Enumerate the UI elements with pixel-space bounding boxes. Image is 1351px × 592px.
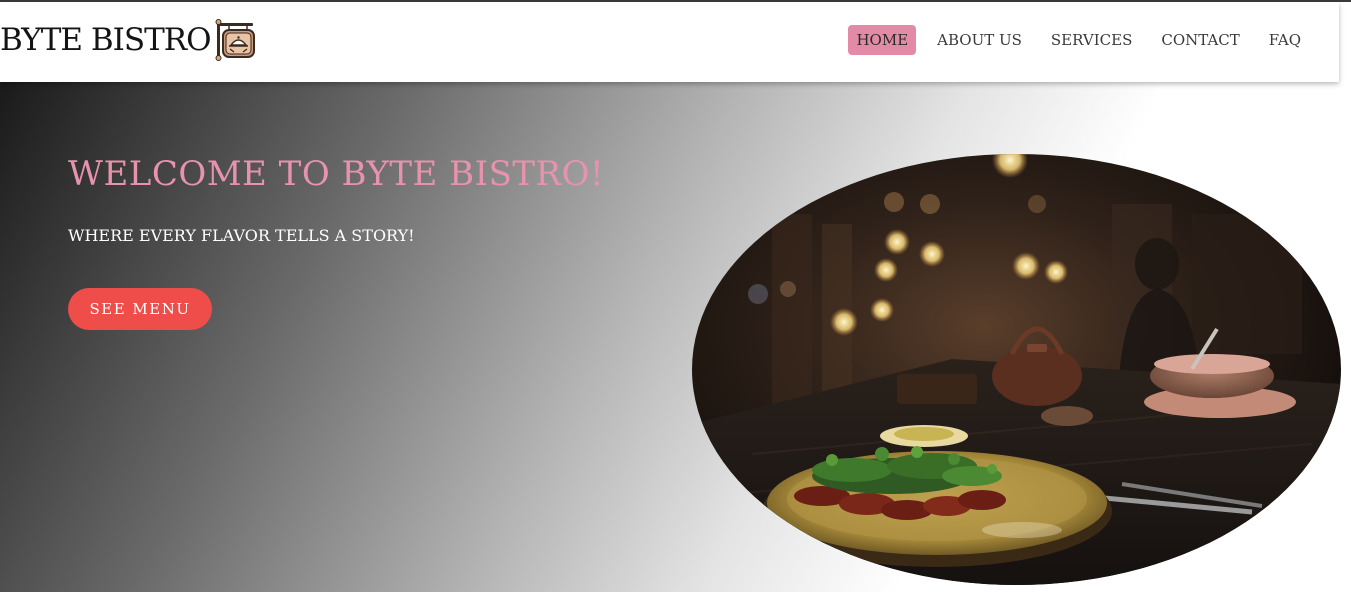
restaurant-sign-icon [215, 19, 255, 61]
main-nav: HOME ABOUT US SERVICES CONTACT FAQ [835, 25, 1309, 55]
nav-contact[interactable]: CONTACT [1153, 25, 1247, 55]
see-menu-button[interactable]: SEE MENU [68, 288, 212, 330]
hero-subtitle: WHERE EVERY FLAVOR TELLS A STORY! [68, 226, 415, 245]
brand-name: BYTE BISTRO [0, 22, 212, 58]
hero-section: WELCOME TO BYTE BISTRO! WHERE EVERY FLAV… [0, 82, 1351, 592]
nav-home[interactable]: HOME [848, 25, 917, 55]
nav-about-us[interactable]: ABOUT US [929, 25, 1030, 55]
hero-title: WELCOME TO BYTE BISTRO! [68, 154, 605, 194]
brand[interactable]: BYTE BISTRO [0, 18, 257, 62]
nav-faq[interactable]: FAQ [1261, 25, 1309, 55]
nav-services[interactable]: SERVICES [1043, 25, 1140, 55]
restaurant-dish-photo [692, 154, 1341, 585]
site-header: BYTE BISTRO HOME ABOUT US SERVICES CONTA… [0, 2, 1339, 82]
